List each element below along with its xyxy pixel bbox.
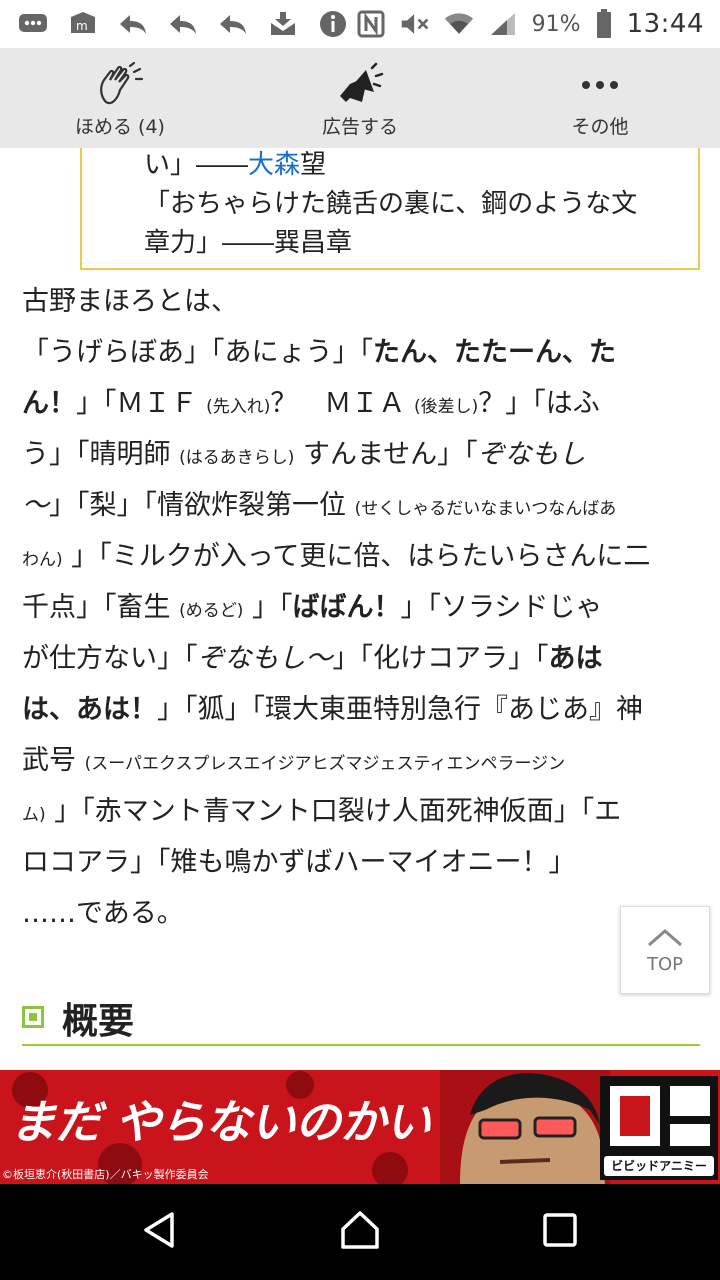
text-line: 古野まほろとは、 <box>22 286 238 317</box>
section-bullet-icon <box>22 1006 44 1028</box>
home-icon <box>339 1209 381 1255</box>
mute-icon <box>400 11 430 37</box>
more-label: その他 <box>571 116 629 138</box>
text-line: ……である。 <box>22 898 184 929</box>
ad-banner[interactable]: まだ やらないのかい ビビッドアニミー ©板垣恵介(秋田書店)／バキッ製作委員会 <box>0 1070 720 1184</box>
navigation-bar <box>0 1184 720 1280</box>
text-line: が仕方ない」「ぞなもし〜」「化けコアラ」「あは <box>22 643 603 674</box>
more-button[interactable]: その他 <box>480 48 720 148</box>
scroll-top-button[interactable]: TOP <box>620 906 710 994</box>
status-bar: m 91% 13:44 <box>0 0 720 48</box>
text-line: う」「晴明師 (はるあきらし) すんません」「ぞなもし <box>22 439 586 470</box>
megaphone-icon <box>336 62 384 108</box>
advertise-button[interactable]: 広告する <box>240 48 480 148</box>
character-illustration <box>440 1070 610 1184</box>
praise-label: ほめる (4) <box>75 116 165 138</box>
text-line: 千点」「畜生 (めるど) 」「ばばん！」「ソラシドじゃ <box>22 592 603 623</box>
battery-percent: 91% <box>531 11 581 37</box>
baki-logo-icon <box>610 1086 710 1146</box>
article-body: 古野まほろとは、 「うげらぼあ」「あにょう」「たん、たたーん、た ん！」「ＭＩＦ… <box>22 276 702 939</box>
home-button[interactable] <box>330 1208 390 1256</box>
ad-headline: まだ やらないのかい <box>10 1095 431 1149</box>
reply-icon <box>118 11 148 37</box>
system-icons: 91% 13:44 <box>356 8 704 40</box>
quote-line: 章力」――巽昌章 <box>144 228 353 258</box>
battery-icon <box>595 9 613 38</box>
more-dots-icon <box>580 62 620 108</box>
clapping-hands-icon <box>96 62 144 108</box>
top-label: TOP <box>646 953 684 975</box>
article-content: い」――大森望 「おちゃらけた饒舌の裏に、鋼のような文 章力」――巽昌章 古野ま… <box>0 148 720 1070</box>
chat-icon <box>18 11 48 37</box>
notification-icons: m <box>18 8 348 40</box>
praise-button[interactable]: ほめる (4) <box>0 48 240 148</box>
text-line: ん！」「ＭＩＦ (先入れ)？ ＭＩＡ (後差し)？」「はふ <box>22 388 600 419</box>
nfc-icon <box>356 10 386 38</box>
wifi-icon <box>444 11 474 37</box>
ad-copyright: ©板垣恵介(秋田書店)／バキッ製作委員会 <box>2 1168 209 1181</box>
text-line: 「うげらぼあ」「あにょう」「たん、たたーん、た <box>22 337 616 368</box>
quote-line: 「おちゃらけた饒舌の裏に、鋼のような文 <box>144 189 638 219</box>
text-line: ロコアラ」「雉も鳴かずばハーマイオニー！」 <box>22 847 576 878</box>
text-line: は、あは！」「狐」「環大東亜特別急行『あじあ』神 <box>22 694 643 725</box>
action-toolbar: ほめる (4) 広告する その他 <box>0 48 720 148</box>
svg-text:m: m <box>76 19 88 33</box>
text-line: 〜」「梨」「情欲炸裂第一位 (せくしゃるだいなまいつなんばあ <box>22 490 617 521</box>
recents-button[interactable] <box>530 1208 590 1256</box>
reply-icon <box>218 11 248 37</box>
section-title: 概要 <box>62 1001 135 1042</box>
quote-box: い」――大森望 「おちゃらけた饒舌の裏に、鋼のような文 章力」――巽昌章 <box>80 148 700 270</box>
text-line: 武号 (スーパエクスプレスエイジアヒズマジェスティエンペラージン <box>22 745 566 776</box>
author-link[interactable]: 大森 <box>248 150 300 180</box>
download-icon <box>268 11 298 37</box>
ad-logo-text: ビビッドアニミー <box>604 1156 714 1176</box>
mail-icon: m <box>68 11 98 37</box>
advertise-label: 広告する <box>321 116 398 138</box>
info-icon <box>318 11 348 37</box>
quote-line: い」――大森望 <box>144 148 678 185</box>
text-line: わん) 」「ミルクが入って更に倍、はらたいらさんに二 <box>22 541 651 572</box>
ad-logo: ビビッドアニミー <box>600 1076 718 1180</box>
quote-text: 望 <box>300 150 327 180</box>
quote-text: い」―― <box>144 150 249 180</box>
back-triangle-icon <box>140 1210 180 1254</box>
signal-icon <box>488 11 518 37</box>
recents-square-icon <box>542 1212 578 1252</box>
chevron-up-icon <box>645 926 685 952</box>
back-button[interactable] <box>130 1208 190 1256</box>
text-line: ム) 」「赤マント青マント口裂け人面死神仮面」「エ <box>22 796 622 827</box>
clock: 13:44 <box>626 9 704 39</box>
section-heading: 概要 <box>22 988 700 1046</box>
reply-icon <box>168 11 198 37</box>
